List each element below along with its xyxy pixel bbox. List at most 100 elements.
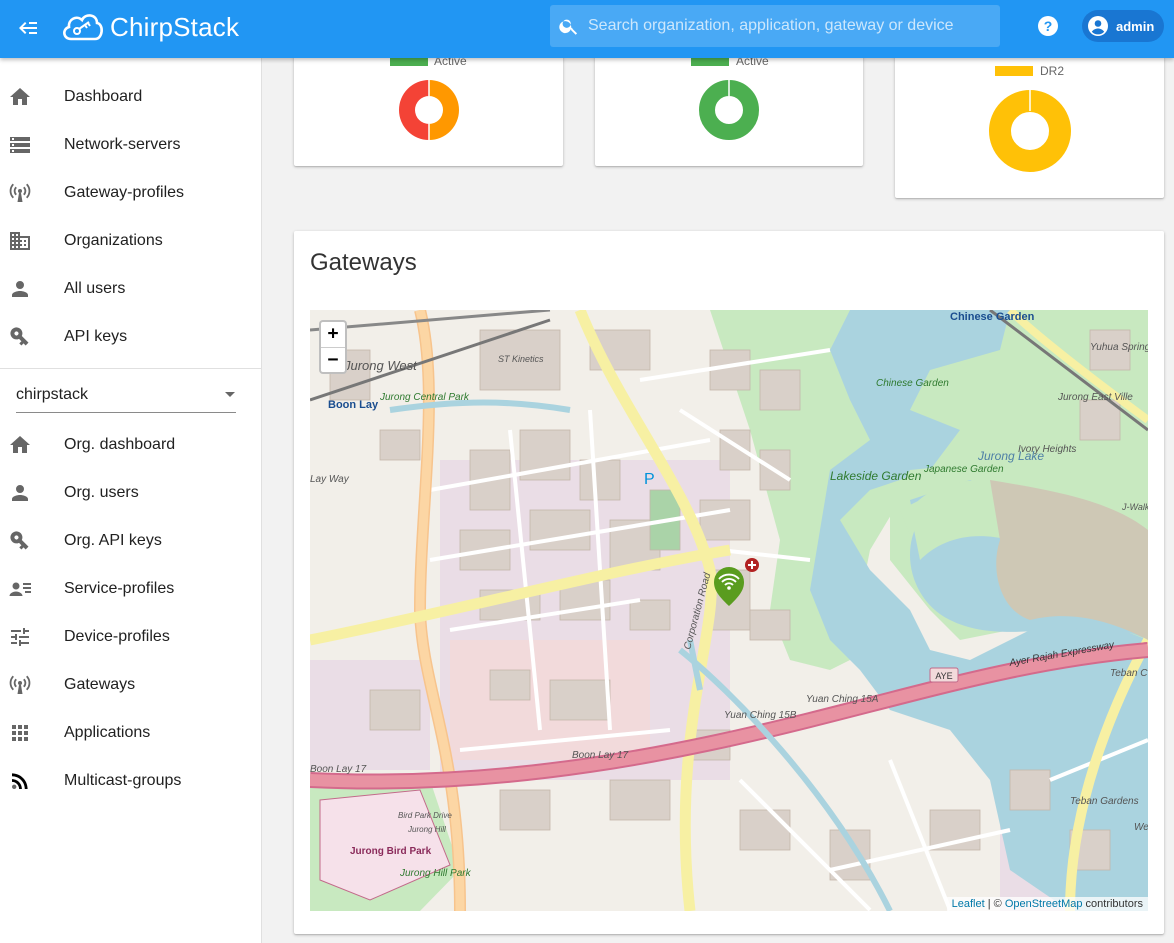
tune-icon	[8, 625, 32, 649]
map-attribution: Leaflet | © OpenStreetMap contributors	[946, 897, 1148, 911]
sidebar-item-org-dashboard[interactable]: Org. dashboard	[0, 421, 261, 469]
map-label: Japanese Garden	[923, 464, 1004, 475]
organization-select-value: chirpstack	[16, 385, 89, 403]
sidebar-item-applications[interactable]: Applications	[0, 709, 261, 757]
domain-icon	[8, 229, 32, 253]
sidebar-item-label: All users	[64, 280, 126, 297]
sidebar-divider	[0, 368, 261, 369]
menu-collapse-icon[interactable]	[16, 16, 40, 40]
sidebar-item-label: API keys	[64, 328, 128, 345]
account-details-icon	[8, 577, 32, 601]
sidebar-item-label: Dashboard	[64, 88, 143, 105]
map-label: Jurong Hill	[407, 825, 446, 834]
attribution-separator: | ©	[984, 898, 1005, 910]
sidebar-item-org-users[interactable]: Org. users	[0, 469, 261, 517]
home-icon	[8, 85, 32, 109]
sidebar-item-label: Multicast-groups	[64, 772, 182, 789]
username: admin	[1116, 18, 1155, 34]
active-devices-doughnut-chart	[399, 79, 459, 141]
leaflet-link[interactable]: Leaflet	[952, 898, 985, 910]
hospital-icon	[745, 558, 759, 572]
map-label: Yuan Ching 15A	[806, 694, 879, 705]
user-menu-button[interactable]: admin	[1082, 10, 1164, 42]
chevron-down-icon	[225, 391, 235, 397]
map-label: Jurong Central Park	[379, 392, 470, 403]
map-label: Teban Gardens	[1070, 796, 1139, 807]
sidebar-item-label: Gateway-profiles	[64, 184, 185, 201]
sidebar-item-label: Org. API keys	[64, 532, 162, 549]
sidebar-item-api-keys[interactable]: API keys	[0, 313, 261, 361]
account-icon	[8, 481, 32, 505]
sidebar-item-gateway-profiles[interactable]: Gateway-profiles	[0, 169, 261, 217]
gateways-map-card: Gateways P Jurong West Boon Lay Jurong C…	[294, 231, 1164, 934]
parking-label: P	[644, 471, 655, 488]
sidebar-item-label: Organizations	[64, 232, 163, 249]
sidebar-item-label: Network-servers	[64, 136, 181, 153]
map-label: Boon Lay 17	[572, 750, 629, 761]
data-rate-doughnut-chart	[989, 89, 1071, 172]
zoom-in-button[interactable]: +	[321, 322, 345, 347]
key-icon	[8, 325, 32, 349]
map-label: Yuan Ching 15B	[724, 710, 797, 721]
sidebar-item-label: Device-profiles	[64, 628, 170, 645]
zoom-out-button[interactable]: −	[321, 347, 345, 372]
sidebar-item-gateways[interactable]: Gateways	[0, 661, 261, 709]
sidebar-item-label: Service-profiles	[64, 580, 175, 597]
organization-select[interactable]: chirpstack	[16, 377, 236, 413]
sidebar-item-label: Applications	[64, 724, 151, 741]
search-box[interactable]	[550, 5, 1000, 47]
map-label: Jurong Hill Park	[399, 868, 472, 879]
map-label: Chinese Garden	[950, 311, 1035, 323]
map-label: Jurong East Ville	[1057, 392, 1133, 403]
sidebar-item-org-api-keys[interactable]: Org. API keys	[0, 517, 261, 565]
sidebar: Dashboard Network-servers Gateway-profil…	[0, 58, 262, 943]
server-icon	[8, 133, 32, 157]
account-icon	[8, 277, 32, 301]
chirpstack-logo[interactable]: ChirpStack	[60, 7, 239, 47]
map-label: Bird Park Drive	[398, 811, 452, 820]
sidebar-item-all-users[interactable]: All users	[0, 265, 261, 313]
map-tiles: P Jurong West Boon Lay Jurong Central Pa…	[310, 310, 1148, 911]
sidebar-item-service-profiles[interactable]: Service-profiles	[0, 565, 261, 613]
apps-icon	[8, 721, 32, 745]
data-rate-card: DR2	[895, 40, 1164, 198]
help-icon[interactable]: ?	[1036, 14, 1060, 38]
rss-icon	[8, 769, 32, 793]
map-label: Teban C	[1110, 668, 1148, 679]
attribution-suffix: contributors	[1082, 898, 1143, 910]
key-icon	[8, 529, 32, 553]
active-gateways-card: Active	[595, 40, 863, 166]
doughnut-slice	[399, 80, 429, 140]
legend-label: DR2	[1040, 64, 1065, 78]
map-label: Jurong Bird Park	[350, 846, 432, 857]
map-label: Boon Lay	[328, 399, 379, 411]
sidebar-item-network-servers[interactable]: Network-servers	[0, 121, 261, 169]
cloud-logo-icon	[63, 14, 103, 41]
search-input[interactable]	[588, 17, 988, 35]
sidebar-item-label: Org. users	[64, 484, 139, 501]
openstreetmap-link[interactable]: OpenStreetMap	[1005, 898, 1083, 910]
home-icon	[8, 433, 32, 457]
card-title: Gateways	[310, 249, 417, 276]
radio-tower-icon	[8, 673, 32, 697]
map-label: J-Walk	[1121, 502, 1148, 512]
map-label: Chinese Garden	[876, 378, 949, 389]
search-icon	[559, 19, 578, 35]
map-label: AYE	[935, 671, 952, 681]
doughnut-slice	[429, 80, 459, 140]
brand-name: ChirpStack	[110, 11, 240, 42]
map-label: Lakeside Garden	[830, 469, 922, 483]
sidebar-item-dashboard[interactable]: Dashboard	[0, 73, 261, 121]
svg-text:?: ?	[1044, 18, 1053, 34]
map-label: Lay Way	[310, 474, 350, 485]
sidebar-item-multicast-groups[interactable]: Multicast-groups	[0, 757, 261, 805]
active-devices-card: Active	[294, 40, 563, 166]
sidebar-item-organizations[interactable]: Organizations	[0, 217, 261, 265]
gateways-map[interactable]: P Jurong West Boon Lay Jurong Central Pa…	[310, 310, 1148, 911]
sidebar-item-device-profiles[interactable]: Device-profiles	[0, 613, 261, 661]
legend-swatch	[995, 66, 1033, 76]
radio-tower-icon	[8, 181, 32, 205]
map-label: We	[1134, 822, 1148, 833]
map-label: Boon Lay 17	[310, 764, 367, 775]
map-label: Yuhua Spring	[1090, 342, 1148, 353]
